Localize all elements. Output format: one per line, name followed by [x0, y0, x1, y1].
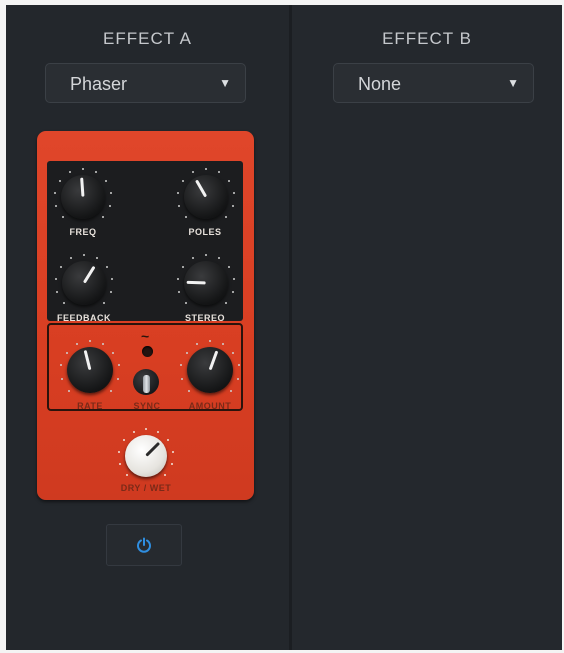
- knob-tick: [171, 450, 174, 453]
- knob-tick: [89, 340, 91, 342]
- knob-tick: [109, 290, 112, 293]
- knob-tick: [109, 389, 112, 392]
- effect-a-power-button[interactable]: [106, 524, 182, 566]
- knob-tick: [217, 171, 220, 174]
- poles-knob[interactable]: [184, 175, 228, 219]
- power-icon: [137, 537, 151, 553]
- knob-tick: [83, 254, 85, 256]
- knob-tick: [119, 463, 122, 466]
- knob-tick: [109, 191, 112, 194]
- dry-wet-knob[interactable]: [125, 435, 167, 477]
- knob-tick: [205, 168, 207, 170]
- rate-knob[interactable]: [67, 347, 113, 393]
- stereo-knob[interactable]: [184, 261, 228, 305]
- knob-tick: [224, 215, 227, 218]
- knob-tick: [94, 171, 97, 174]
- sync-led: [142, 346, 153, 357]
- knob-tick: [166, 439, 169, 442]
- knob-tick: [229, 389, 232, 392]
- knob-tick: [75, 343, 78, 346]
- knob-tick: [105, 265, 108, 268]
- knob-tick: [110, 277, 113, 280]
- wave-icon: ~: [141, 328, 150, 344]
- knob-tick: [205, 254, 207, 256]
- knob-tick: [102, 301, 105, 304]
- knob-tick: [170, 463, 173, 466]
- knob-tick: [195, 343, 198, 346]
- effect-a-column: EFFECT A Phaser ▼ FREQ POLES FEEDBACK ST…: [6, 5, 289, 650]
- effect-b-label: EFFECT B: [382, 29, 472, 48]
- knob-tick: [157, 430, 160, 433]
- knob-tick: [227, 265, 230, 268]
- knob-tick: [108, 204, 111, 207]
- knob-tick: [116, 377, 119, 380]
- knob-tick: [231, 204, 234, 207]
- knob-tick: [95, 257, 98, 260]
- knob-tick: [132, 430, 135, 433]
- knob-tick: [232, 277, 235, 280]
- knob-tick: [104, 179, 107, 182]
- freq-knob[interactable]: [61, 175, 105, 219]
- effect-a-label: EFFECT A: [103, 29, 192, 48]
- knob-tick: [123, 439, 126, 442]
- knob-tick: [125, 474, 128, 477]
- freq-label: FREQ: [69, 227, 97, 237]
- knob-tick: [236, 377, 239, 380]
- knob-tick: [65, 351, 68, 354]
- knob-tick: [209, 340, 211, 342]
- knob-tick: [118, 450, 121, 453]
- chevron-down-icon: ▼: [219, 76, 231, 90]
- dry-wet-label: DRY / WET: [120, 483, 172, 493]
- knob-tick: [164, 474, 167, 477]
- sync-toggle-lever[interactable]: [143, 375, 150, 393]
- knob-tick: [217, 257, 220, 260]
- chevron-down-icon: ▼: [507, 76, 519, 90]
- knob-tick: [231, 290, 234, 293]
- amount-label: AMOUNT: [188, 401, 232, 411]
- effect-b-selected-value: None: [358, 74, 402, 94]
- phaser-pedal: FREQ POLES FEEDBACK STEREO ~ RATE SYNC A…: [37, 131, 254, 500]
- poles-label: POLES: [188, 227, 222, 237]
- knob-tick: [232, 191, 235, 194]
- knob-tick: [101, 215, 104, 218]
- amount-knob[interactable]: [187, 347, 233, 393]
- knob-tick: [227, 179, 230, 182]
- feedback-knob[interactable]: [62, 261, 106, 305]
- effect-b-column: EFFECT B None ▼: [292, 5, 562, 650]
- effect-b-dropdown[interactable]: None ▼: [333, 63, 534, 103]
- knob-tick: [82, 168, 84, 170]
- effect-a-dropdown[interactable]: Phaser ▼: [45, 63, 246, 103]
- effects-panel: EFFECT A Phaser ▼ FREQ POLES FEEDBACK ST…: [6, 5, 562, 650]
- knob-tick: [185, 351, 188, 354]
- knob-tick: [224, 301, 227, 304]
- feedback-label: FEEDBACK: [56, 313, 111, 323]
- knob-tick: [145, 428, 147, 430]
- effect-a-selected-value: Phaser: [70, 74, 128, 94]
- stereo-label: STEREO: [184, 313, 225, 323]
